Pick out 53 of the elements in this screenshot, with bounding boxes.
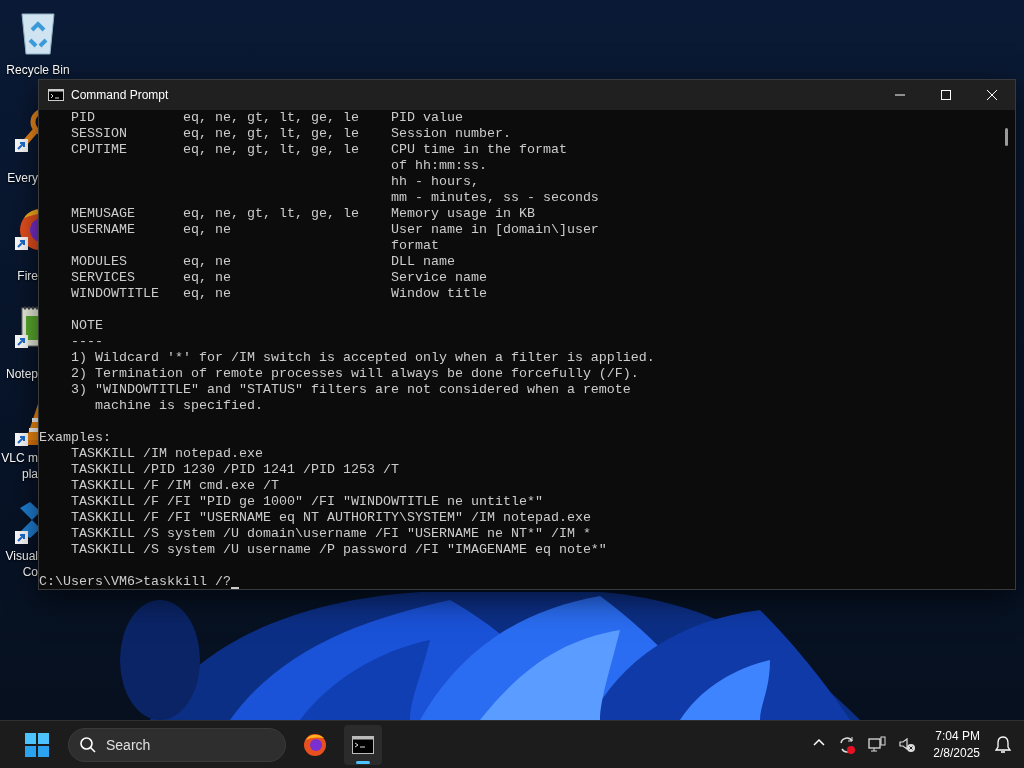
scrollbar-thumb[interactable] — [1005, 128, 1008, 146]
icon-label: Fire — [17, 268, 38, 284]
console-line: TASKKILL /PID 1230 /PID 1241 /PID 1253 /T — [70, 462, 399, 478]
bell-icon[interactable] — [994, 734, 1012, 755]
console-line: C:\Users\VM6>taskkill /? — [39, 574, 231, 590]
console-line: NOTE — [70, 318, 103, 334]
console-line: Examples: — [39, 430, 111, 446]
console-line: MODULES eq, ne DLL name — [70, 254, 455, 270]
console-line: CPUTIME eq, ne, gt, lt, ge, le CPU time in the format — [70, 142, 567, 158]
terminal-icon — [352, 735, 374, 754]
scrollbar[interactable] — [999, 110, 1015, 589]
console-line: of hh:mm:ss. — [389, 158, 487, 174]
console-line: SERVICES eq, ne Service name — [70, 270, 487, 286]
search-field[interactable]: Search — [68, 727, 286, 762]
browser-icon — [303, 732, 327, 757]
console-line: 1) Wildcard '*' for /IM switch is accepted only when a filter is applied. — [70, 350, 655, 366]
icon-label: pla — [22, 466, 38, 482]
icon-label: Recycle Bin — [6, 62, 70, 78]
icon-label: Every — [7, 170, 38, 186]
console-line: TASKKILL /F /IM cmd.exe /T — [70, 478, 279, 494]
terminal-icon — [48, 89, 64, 101]
console-line: WINDOWTITLE eq, ne Window title — [70, 286, 487, 302]
console-line: USERNAME eq, ne User name in [domain\]user — [70, 222, 599, 238]
search-icon — [79, 735, 97, 754]
window-title: Command Prompt — [71, 88, 169, 102]
close-icon — [987, 90, 997, 100]
console-line: 3) "WINDOWTITLE" and "STATUS" filters are not considered when a remote — [70, 382, 631, 398]
icon-label: Notep — [5, 366, 38, 382]
clock-time[interactable]: 7:04 PM — [935, 727, 980, 745]
console-line: SESSION eq, ne, gt, lt, ge, le Session number. — [70, 126, 511, 142]
icon-label: Visual — [5, 548, 38, 564]
console-line: TASKKILL /F /FI "PID ge 1000" /FI "WINDOWTITLE ne untitle*" — [70, 494, 543, 510]
console-line: machine is specified. — [94, 398, 263, 414]
windows-logo-icon — [25, 732, 49, 757]
terminal-button[interactable] — [344, 724, 382, 765]
console-line: PID eq, ne, gt, lt, ge, le PID value — [70, 110, 463, 126]
text-cursor — [230, 587, 239, 589]
console-line: mm - minutes, ss - seconds — [389, 190, 599, 206]
maximize-icon — [941, 90, 951, 100]
console-line: ---- — [70, 334, 103, 350]
console-line: MEMUSAGE eq, ne, gt, lt, ge, le Memory usage in KB — [70, 206, 535, 222]
console-line: hh - hours, — [389, 174, 479, 190]
clock-date[interactable]: 2/8/2025 — [933, 744, 980, 762]
console-line: 2) Termination of remote processes will always be done forcefully (/F). — [70, 366, 639, 382]
console-line: TASKKILL /IM notepad.exe — [70, 446, 263, 462]
icon-label: Co — [22, 564, 38, 580]
console-line: TASKKILL /S system /U domain\username /FI "USERNAME ne NT*" /IM * — [70, 526, 591, 542]
sync-icon[interactable] — [837, 734, 858, 755]
console-line: TASKKILL /S system /U username /P password /FI "IMAGENAME eq note*" — [70, 542, 607, 558]
console-line: TASKKILL /F /FI "USERNAME eq NT AUTHORITY\SYSTEM" /IM notepad.exe — [70, 510, 591, 526]
console-line: format — [389, 238, 439, 254]
icon-label: VLC m — [1, 450, 38, 466]
monitor-icon[interactable] — [867, 734, 888, 755]
